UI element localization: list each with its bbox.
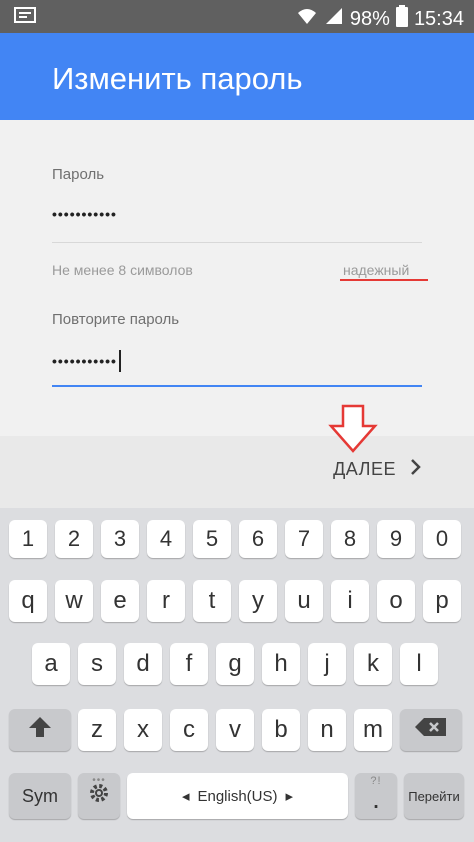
change-password-form: Пароль ••••••••••• Не менее 8 символов н… <box>0 120 474 436</box>
punctuation-hint-icon: ?! <box>370 775 382 787</box>
password-hint: Не менее 8 символов <box>52 262 193 278</box>
sym-key[interactable]: Sym <box>9 773 71 819</box>
key-k[interactable]: k <box>354 643 392 685</box>
annotation-down-arrow-icon <box>328 404 378 459</box>
key-0[interactable]: 0 <box>423 520 461 558</box>
key-x[interactable]: x <box>124 709 162 751</box>
repeat-password-value: ••••••••••• <box>52 353 117 369</box>
key-h[interactable]: h <box>262 643 300 685</box>
key-8[interactable]: 8 <box>331 520 369 558</box>
clock: 15:34 <box>413 7 464 30</box>
key-z[interactable]: z <box>78 709 116 751</box>
battery-percent: 98% <box>349 7 390 30</box>
more-dots-icon: ••• <box>92 775 106 786</box>
key-6[interactable]: 6 <box>239 520 277 558</box>
key-c[interactable]: c <box>170 709 208 751</box>
space-key[interactable]: ◂ English(US) ▸ <box>127 773 348 819</box>
caret-right-icon: ▸ <box>285 788 294 805</box>
battery-icon <box>395 5 408 33</box>
period-label: . <box>372 783 380 814</box>
key-3[interactable]: 3 <box>101 520 139 558</box>
wifi-icon <box>296 6 318 32</box>
password-strength-bar <box>340 279 428 281</box>
repeat-password-underline <box>52 385 422 387</box>
text-cursor <box>118 350 121 372</box>
key-q[interactable]: q <box>9 580 47 622</box>
password-underline <box>52 242 422 243</box>
key-l[interactable]: l <box>400 643 438 685</box>
repeat-password-label: Повторите пароль <box>52 311 180 328</box>
chevron-right-icon <box>410 458 422 481</box>
key-2[interactable]: 2 <box>55 520 93 558</box>
key-d[interactable]: d <box>124 643 162 685</box>
password-label: Пароль <box>52 166 105 183</box>
shift-key[interactable] <box>9 709 71 751</box>
key-a[interactable]: a <box>32 643 70 685</box>
shift-icon <box>28 716 52 745</box>
key-w[interactable]: w <box>55 580 93 622</box>
backspace-icon <box>414 716 448 744</box>
caret-left-icon: ◂ <box>181 788 190 805</box>
backspace-key[interactable] <box>400 709 462 751</box>
next-button[interactable]: ДАЛЕЕ <box>333 458 422 481</box>
key-y[interactable]: y <box>239 580 277 622</box>
key-f[interactable]: f <box>170 643 208 685</box>
form-footer: ДАЛЕЕ <box>0 436 474 508</box>
key-1[interactable]: 1 <box>9 520 47 558</box>
key-n[interactable]: n <box>308 709 346 751</box>
repeat-password-field[interactable]: ••••••••••• <box>52 350 121 372</box>
key-r[interactable]: r <box>147 580 185 622</box>
key-s[interactable]: s <box>78 643 116 685</box>
space-language-label: English(US) <box>197 787 278 805</box>
next-label: ДАЛЕЕ <box>333 459 396 479</box>
key-i[interactable]: i <box>331 580 369 622</box>
status-bar: 98% 15:34 <box>0 0 474 33</box>
key-v[interactable]: v <box>216 709 254 751</box>
key-4[interactable]: 4 <box>147 520 185 558</box>
screen-icon <box>14 7 36 30</box>
key-j[interactable]: j <box>308 643 346 685</box>
password-field[interactable]: ••••••••••• <box>52 206 117 222</box>
key-e[interactable]: e <box>101 580 139 622</box>
key-m[interactable]: m <box>354 709 392 751</box>
app-bar: Изменить пароль <box>0 33 474 120</box>
page-title: Изменить пароль <box>52 61 303 96</box>
key-t[interactable]: t <box>193 580 231 622</box>
signal-icon <box>324 6 344 32</box>
key-u[interactable]: u <box>285 580 323 622</box>
key-p[interactable]: p <box>423 580 461 622</box>
password-strength: надежный <box>343 262 410 278</box>
key-b[interactable]: b <box>262 709 300 751</box>
keyboard: 1 2 3 4 5 6 7 8 9 0 q w e r t y u i o p … <box>0 508 474 842</box>
key-g[interactable]: g <box>216 643 254 685</box>
key-5[interactable]: 5 <box>193 520 231 558</box>
key-7[interactable]: 7 <box>285 520 323 558</box>
key-o[interactable]: o <box>377 580 415 622</box>
go-action-key[interactable]: Перейти <box>404 773 464 819</box>
settings-key[interactable]: ••• <box>78 773 120 819</box>
key-9[interactable]: 9 <box>377 520 415 558</box>
period-key[interactable]: ?! . <box>355 773 397 819</box>
